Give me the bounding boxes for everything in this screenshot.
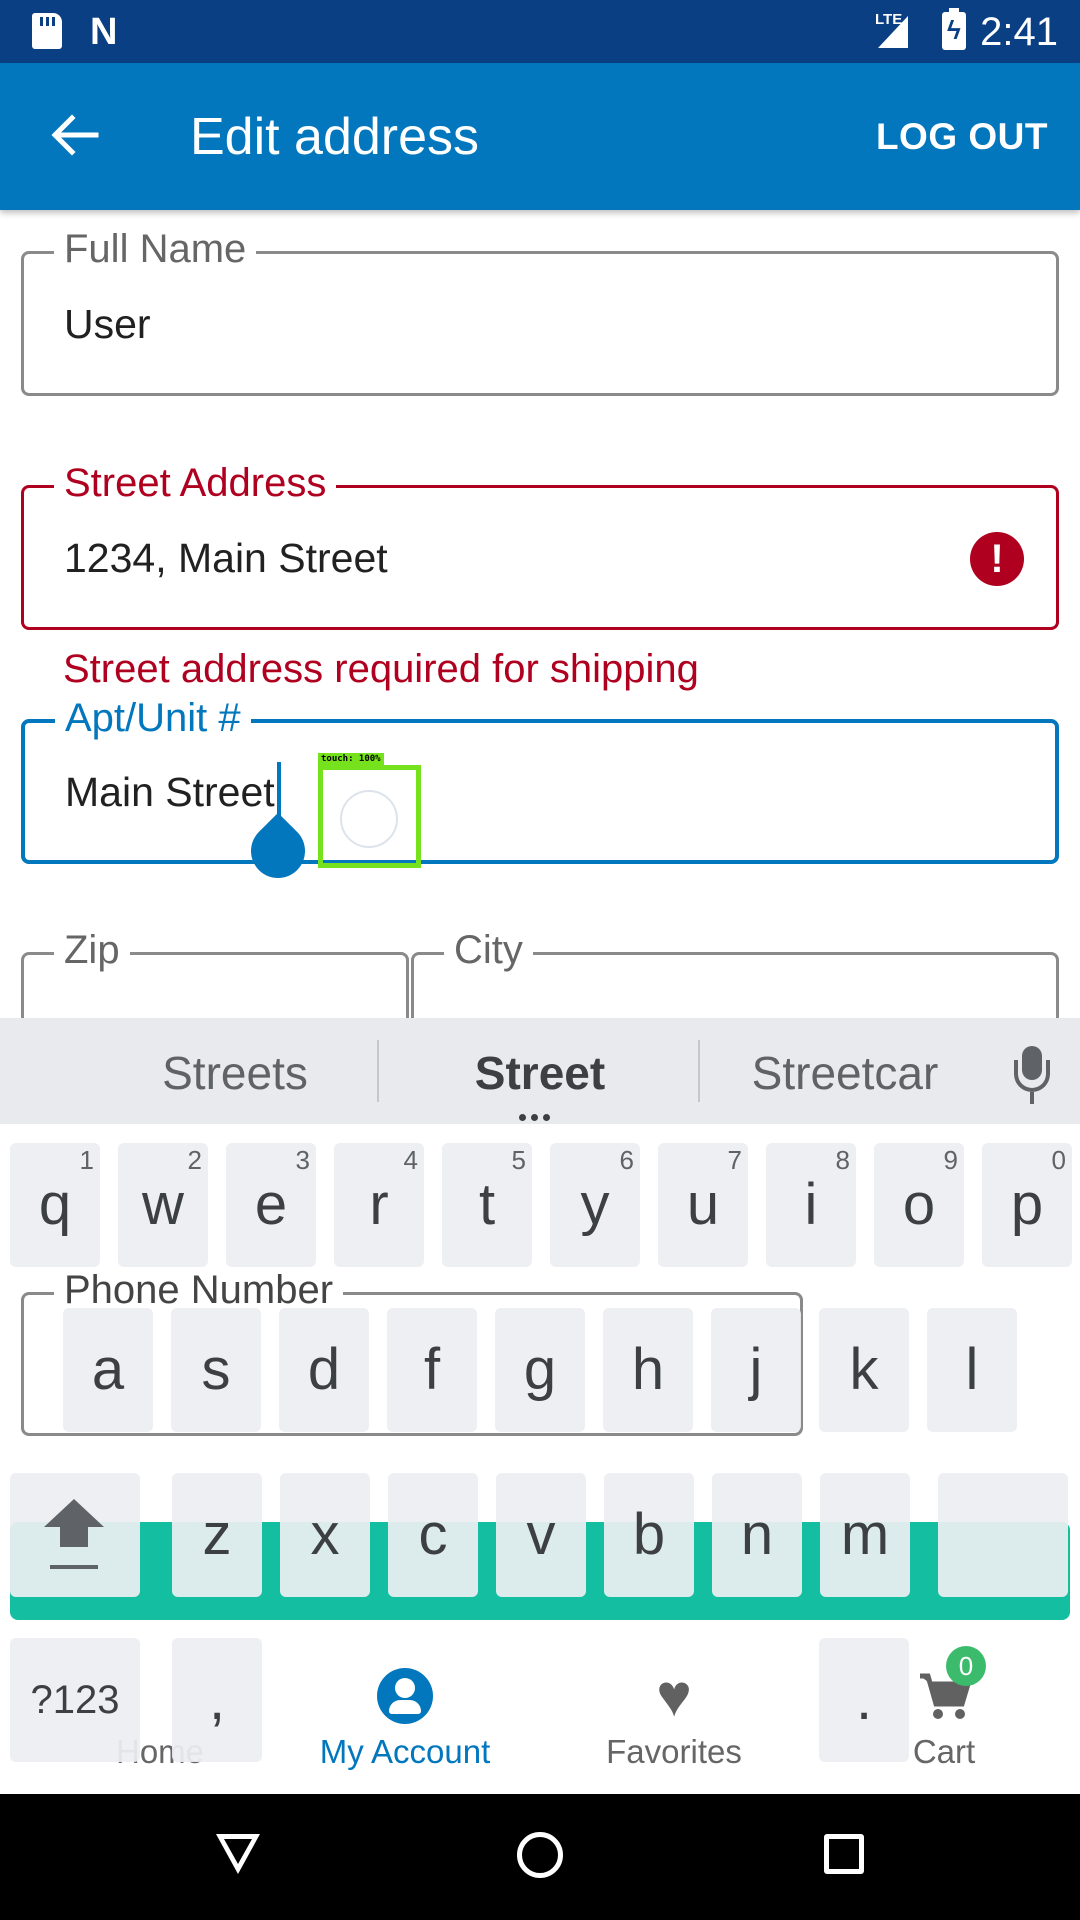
text-cursor [277, 762, 281, 820]
key-l[interactable]: l [927, 1308, 1017, 1432]
key-e[interactable]: e3 [226, 1143, 316, 1267]
nav-recents-icon[interactable] [824, 1834, 864, 1874]
notification-icon: N [90, 11, 118, 53]
suggestion-more-dots [519, 1108, 559, 1121]
status-bar: N LTE ϟ 2:41 [0, 0, 1080, 63]
signal-icon [878, 16, 908, 48]
key-c[interactable]: c [388, 1473, 478, 1597]
key-label: p [1010, 1172, 1044, 1237]
back-arrow-icon[interactable] [44, 105, 104, 165]
street-address-error: Street address required for shipping [63, 647, 699, 691]
key-s[interactable]: s [171, 1308, 261, 1432]
nav-my-account-label: My Account [319, 1733, 491, 1770]
heart-icon: ♥ [656, 1662, 692, 1729]
key-hint: 9 [943, 1145, 958, 1175]
apt-unit-field[interactable]: Apt/Unit # Main Street [21, 695, 1059, 864]
key-label: w [142, 1172, 184, 1237]
touch-ring [340, 790, 398, 848]
key-g[interactable]: g [495, 1308, 585, 1432]
key-o[interactable]: o9 [874, 1143, 964, 1267]
comma-key[interactable]: , [172, 1638, 262, 1762]
nav-home-icon[interactable] [517, 1832, 563, 1878]
cart-count-badge: 0 [946, 1646, 986, 1686]
key-t[interactable]: t5 [442, 1143, 532, 1267]
nav-back-icon[interactable] [216, 1834, 260, 1874]
phone-label: Phone Number [54, 1267, 344, 1313]
key-label: t [478, 1172, 496, 1237]
key-i[interactable]: i8 [766, 1143, 856, 1267]
key-q[interactable]: q1 [10, 1143, 100, 1267]
key-hint: 1 [79, 1145, 94, 1175]
suggestion-divider [377, 1040, 379, 1102]
key-label: u [686, 1172, 720, 1237]
touch-indicator-box [318, 765, 421, 868]
key-label: e [254, 1172, 288, 1237]
app-toolbar: Edit address LOG OUT [0, 63, 1080, 210]
account-icon [377, 1668, 433, 1724]
clock: 2:41 [980, 10, 1058, 54]
shift-icon [44, 1499, 104, 1579]
key-v[interactable]: v [496, 1473, 586, 1597]
key-hint: 2 [187, 1145, 202, 1175]
key-d[interactable]: d [279, 1308, 369, 1432]
zip-label: Zip [54, 927, 130, 973]
suggestion-left[interactable]: Streets [130, 1046, 340, 1100]
shift-key[interactable] [10, 1473, 140, 1597]
nav-favorites-label: Favorites [606, 1733, 742, 1770]
backspace-key[interactable] [938, 1473, 1068, 1597]
period-key[interactable]: . [819, 1638, 909, 1762]
key-hint: 5 [511, 1145, 526, 1175]
key-label: y [580, 1172, 610, 1237]
key-label: o [902, 1172, 936, 1237]
nav-my-account[interactable]: My Account [305, 1668, 505, 1772]
key-h[interactable]: h [603, 1308, 693, 1432]
cart-icon: 0 [916, 1646, 986, 1724]
logout-button[interactable]: LOG OUT [876, 115, 1048, 159]
error-icon: ! [970, 532, 1024, 586]
key-p[interactable]: p0 [982, 1143, 1072, 1267]
nav-favorites[interactable]: ♥ Favorites [574, 1662, 774, 1772]
key-label: r [369, 1172, 389, 1237]
system-navigation-bar [0, 1794, 1080, 1920]
key-hint: 4 [403, 1145, 418, 1175]
microphone-icon[interactable] [1012, 1046, 1052, 1106]
page-title: Edit address [190, 108, 480, 166]
key-label: q [38, 1172, 72, 1237]
key-hint: 8 [835, 1145, 850, 1175]
key-hint: 6 [619, 1145, 634, 1175]
full-name-label: Full Name [54, 226, 257, 272]
battery-charging-icon: ϟ [942, 8, 966, 50]
key-k[interactable]: k [819, 1308, 909, 1432]
key-z[interactable]: z [172, 1473, 262, 1597]
touch-indicator-label: touch: 100% [318, 753, 384, 765]
street-address-value: 1234, Main Street [64, 535, 388, 581]
street-address-field[interactable]: Street Address 1234, Main Street ! [21, 460, 1059, 630]
key-j[interactable]: j [711, 1308, 801, 1432]
key-hint: 3 [295, 1145, 310, 1175]
apt-unit-value: Main Street [65, 769, 275, 815]
full-name-value: User [64, 301, 151, 347]
key-b[interactable]: b [604, 1473, 694, 1597]
key-hint: 0 [1051, 1145, 1066, 1175]
key-y[interactable]: y6 [550, 1143, 640, 1267]
street-address-label: Street Address [54, 460, 337, 506]
key-w[interactable]: w2 [118, 1143, 208, 1267]
key-a[interactable]: a [63, 1308, 153, 1432]
key-hint: 7 [727, 1145, 742, 1175]
symbols-key[interactable]: ?123 [10, 1638, 140, 1762]
key-u[interactable]: u7 [658, 1143, 748, 1267]
key-f[interactable]: f [387, 1308, 477, 1432]
suggestion-divider [698, 1040, 700, 1102]
key-n[interactable]: n [712, 1473, 802, 1597]
sd-card-icon [32, 13, 62, 49]
full-name-field[interactable]: Full Name User [21, 226, 1059, 396]
key-x[interactable]: x [280, 1473, 370, 1597]
key-m[interactable]: m [820, 1473, 910, 1597]
city-label: City [444, 927, 533, 973]
suggestion-right[interactable]: Streetcar [735, 1046, 955, 1100]
suggestion-center[interactable]: Street [430, 1046, 650, 1100]
key-r[interactable]: r4 [334, 1143, 424, 1267]
apt-unit-label: Apt/Unit # [55, 695, 251, 741]
key-label: i [804, 1172, 818, 1237]
